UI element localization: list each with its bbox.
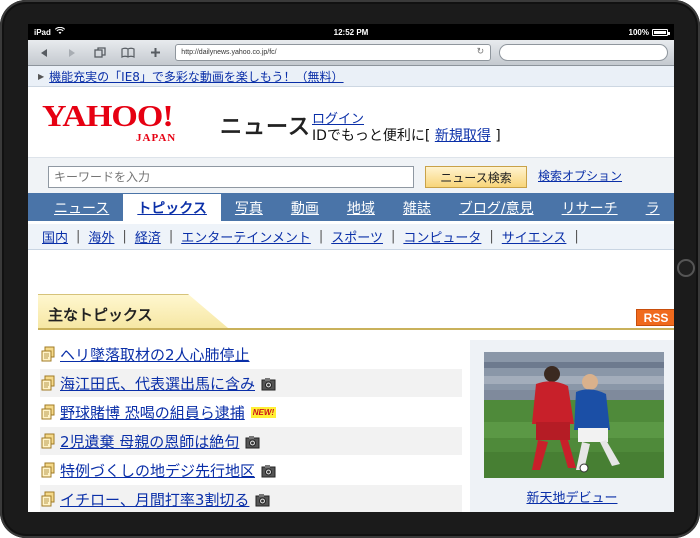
tab-blog[interactable]: ブログ/意見	[445, 194, 548, 221]
topic-item: イチロー、月間打率3割切る	[40, 485, 462, 512]
device-label: iPad	[34, 27, 51, 37]
tabs-button[interactable]	[90, 43, 110, 63]
battery-icon	[652, 28, 670, 36]
topic-link[interactable]: イチロー、月間打率3割切る	[60, 489, 249, 510]
ipad-frame: iPad 12:52 PM 100% http://dailynews.yaho…	[0, 0, 700, 538]
document-icon	[40, 462, 56, 478]
news-search-bar: ニュース検索 検索オプション	[28, 157, 674, 193]
battery-percent: 100%	[628, 27, 649, 37]
camera-icon	[255, 492, 270, 507]
topic-list: ヘリ墜落取材の2人心肺停止 海江田氏、代表選出馬に含み 野球賭博 恐喝の組員ら逮…	[40, 340, 462, 512]
category-entertainment[interactable]: エンターテインメント	[181, 227, 311, 246]
pages-icon	[93, 46, 106, 58]
home-button[interactable]	[677, 259, 695, 277]
topic-link[interactable]: 2児遺棄 母親の恩師は絶句	[60, 431, 239, 452]
topic-link[interactable]: 野球賭博 恐喝の組員ら逮捕	[60, 402, 245, 423]
tab-local[interactable]: 地域	[333, 194, 389, 221]
topics-header: 主なトピックス RSS	[38, 294, 674, 330]
id-suffix: ]	[495, 128, 501, 144]
tab-more[interactable]: ラ	[632, 194, 674, 221]
rss-button[interactable]: RSS	[636, 309, 674, 326]
camera-icon	[261, 463, 276, 478]
screen: iPad 12:52 PM 100% http://dailynews.yaho…	[28, 24, 674, 512]
keyword-input[interactable]	[48, 166, 414, 188]
separator: |	[574, 229, 579, 244]
book-icon	[120, 47, 135, 58]
plus-icon	[150, 48, 160, 57]
id-promo: IDでもっと便利に[ 新規取得 ]	[312, 125, 501, 145]
triangle-bullet-icon: ▶	[38, 71, 45, 81]
browser-search-field[interactable]	[499, 44, 668, 61]
separator: |	[76, 229, 81, 244]
back-arrow-icon	[40, 48, 47, 57]
separator: |	[168, 229, 174, 244]
document-icon	[40, 375, 56, 391]
bookmarks-button[interactable]	[118, 43, 138, 63]
topic-item: 2児遺棄 母親の恩師は絶句	[40, 427, 462, 456]
photo-caption-link[interactable]: 新天地デビュー	[470, 487, 674, 506]
promo-link[interactable]: 機能充実の「IE8」で多彩な動画を楽しもう！（無料）	[49, 68, 343, 85]
logo-yahoo-text: YAHOO!	[42, 99, 174, 134]
forward-arrow-icon	[68, 48, 75, 57]
category-world[interactable]: 海外	[88, 227, 114, 246]
topic-item: ヘリ墜落取材の2人心肺停止	[40, 340, 462, 369]
camera-icon	[261, 376, 276, 391]
id-prefix: IDでもっと便利に[	[312, 128, 431, 144]
tab-photos[interactable]: 写真	[221, 194, 277, 221]
reload-icon[interactable]: ↻	[477, 46, 485, 57]
document-icon	[40, 346, 56, 362]
tab-magazine[interactable]: 雑誌	[389, 194, 445, 221]
tab-research[interactable]: リサーチ	[548, 194, 632, 221]
clock: 12:52 PM	[333, 27, 369, 37]
main-nav: ニュース トピックス 写真 動画 地域 雑誌 ブログ/意見 リサーチ ラ	[28, 193, 674, 224]
site-header: YAHOO! JAPAN ニュース ログイン IDでもっと便利に[ 新規取得 ]	[28, 87, 674, 157]
category-computer[interactable]: コンピュータ	[403, 227, 481, 246]
topic-link[interactable]: 海江田氏、代表選出馬に含み	[60, 373, 255, 394]
document-icon	[40, 404, 56, 420]
add-bookmark-button[interactable]	[145, 43, 165, 63]
topic-item: 特例づくしの地デジ先行地区	[40, 456, 462, 485]
topic-link[interactable]: 特例づくしの地デジ先行地区	[60, 460, 255, 481]
topics-title: 主なトピックス	[38, 294, 228, 328]
document-icon	[40, 433, 56, 449]
topic-link[interactable]: ヘリ墜落取材の2人心肺停止	[60, 344, 250, 365]
web-page: ▶ 機能充実の「IE8」で多彩な動画を楽しもう！（無料） YAHOO! JAPA…	[28, 66, 674, 512]
register-link[interactable]: 新規取得	[435, 128, 491, 144]
separator: |	[318, 229, 324, 244]
category-domestic[interactable]: 国内	[42, 227, 68, 246]
topic-item: 野球賭博 恐喝の組員ら逮捕 NEW!	[40, 398, 462, 427]
news-search-button[interactable]: ニュース検索	[425, 166, 527, 188]
yahoo-japan-logo[interactable]: YAHOO! JAPAN	[42, 100, 212, 150]
document-icon	[40, 491, 56, 507]
status-bar: iPad 12:52 PM 100%	[28, 24, 674, 40]
section-title: ニュース	[220, 115, 311, 140]
tab-news[interactable]: ニュース	[40, 194, 123, 221]
forward-button[interactable]	[62, 43, 82, 63]
back-button[interactable]	[34, 43, 54, 63]
topics-divider	[38, 328, 674, 330]
category-economy[interactable]: 経済	[135, 227, 161, 246]
category-nav: 国内 | 海外 | 経済 | エンターテインメント | スポーツ | コンピュータ | サイ…	[28, 224, 674, 250]
topic-item: 海江田氏、代表選出馬に含み	[40, 369, 462, 398]
featured-photo[interactable]	[484, 352, 664, 478]
logo-japan-text: JAPAN	[136, 132, 177, 144]
address-bar[interactable]: http://dailynews.yahoo.co.jp/fc/ ↻	[175, 44, 492, 61]
promo-bar: ▶ 機能充実の「IE8」で多彩な動画を楽しもう！（無料）	[28, 66, 674, 87]
wifi-icon	[54, 26, 65, 37]
category-science[interactable]: サイエンス	[502, 227, 567, 246]
tab-topics[interactable]: トピックス	[123, 194, 221, 221]
camera-icon	[245, 434, 260, 449]
separator: |	[122, 229, 127, 244]
browser-toolbar: http://dailynews.yahoo.co.jp/fc/ ↻	[28, 40, 674, 66]
featured-photo-box: 新天地デビュー	[470, 340, 674, 512]
url-text: http://dailynews.yahoo.co.jp/fc/	[181, 49, 277, 56]
separator: |	[489, 229, 494, 244]
tab-video[interactable]: 動画	[277, 194, 333, 221]
search-options-link[interactable]: 検索オプション	[538, 167, 622, 184]
new-badge: NEW!	[250, 406, 277, 418]
category-sports[interactable]: スポーツ	[331, 227, 383, 246]
separator: |	[390, 229, 396, 244]
